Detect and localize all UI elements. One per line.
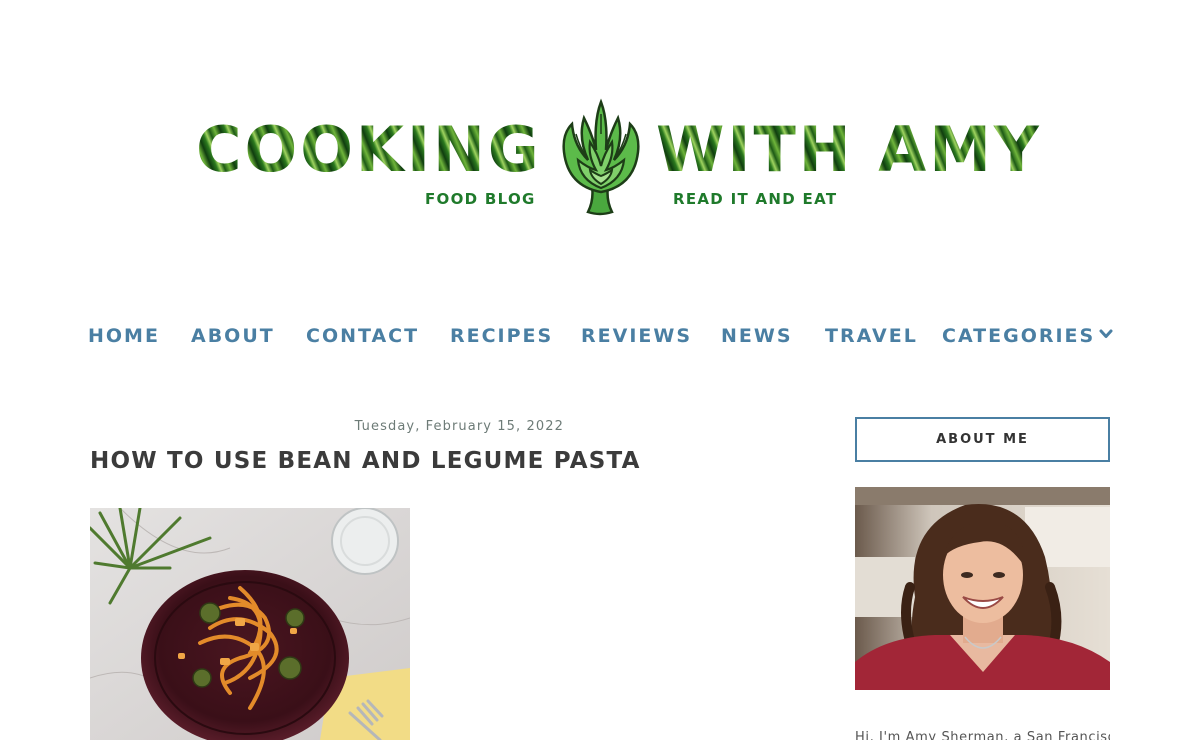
logo-title-left: COOKING [196, 113, 542, 186]
logo-title-right: WITH AMY [656, 113, 1042, 186]
main-nav: HOME ABOUT CONTACT RECIPES REVIEWS NEWS … [0, 322, 1200, 352]
pasta-plate-photo [90, 508, 410, 740]
nav-item-news[interactable]: NEWS [721, 322, 793, 350]
post-image[interactable] [90, 508, 410, 740]
amy-portrait [855, 487, 1110, 690]
nav-item-home[interactable]: HOME [88, 322, 160, 350]
nav-item-categories[interactable]: CATEGORIES [942, 322, 1113, 350]
nav-item-reviews[interactable]: REVIEWS [581, 322, 692, 350]
nav-item-categories-label: CATEGORIES [942, 325, 1096, 347]
about-me-heading: ABOUT ME [855, 417, 1110, 462]
nav-item-contact[interactable]: CONTACT [306, 322, 419, 350]
post-date: Tuesday, February 15, 2022 [354, 419, 564, 434]
profile-photo [855, 487, 1110, 690]
nav-item-recipes[interactable]: RECIPES [450, 322, 553, 350]
page: COOKING WITH AMY FOOD BLOG READ IT AND E… [0, 0, 1200, 740]
nav-item-travel[interactable]: TRAVEL [825, 322, 918, 350]
artichoke-icon [562, 98, 640, 216]
blog-logo[interactable]: COOKING WITH AMY FOOD BLOG READ IT AND E… [0, 0, 1200, 240]
post-title[interactable]: HOW TO USE BEAN AND LEGUME PASTA [90, 448, 641, 474]
about-bio-text: Hi, I'm Amy Sherman, a San Francisco [855, 730, 1110, 740]
logo-tagline-right: READ IT AND EAT [673, 190, 838, 208]
nav-item-about[interactable]: ABOUT [191, 322, 275, 350]
chevron-down-icon [1099, 329, 1113, 338]
logo-tagline-left: FOOD BLOG [425, 190, 536, 208]
